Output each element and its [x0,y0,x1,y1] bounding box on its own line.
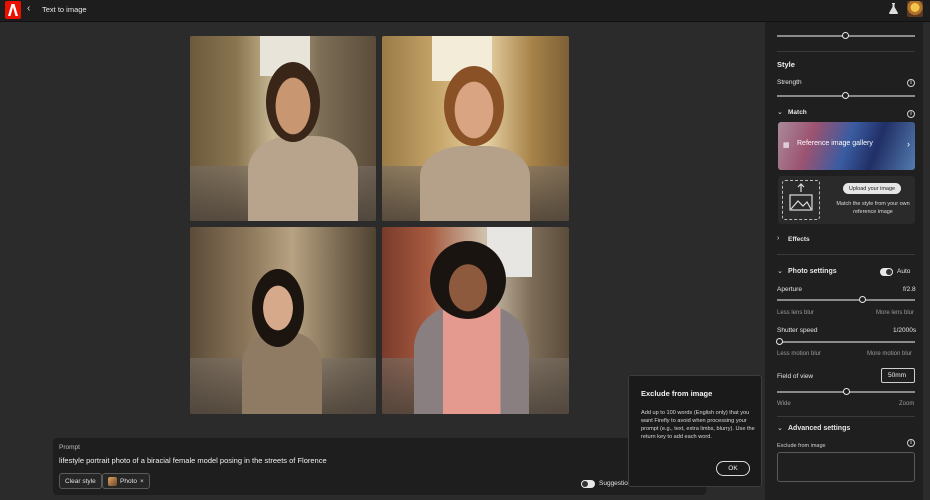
auto-toggle[interactable] [880,268,893,276]
shutter-label: Shutter speed [777,327,818,334]
reference-gallery-button[interactable]: ▦ Reference image gallery › [778,122,915,170]
upload-description: Match the style from your own reference … [836,201,910,215]
grid-icon: ▦ [783,142,790,149]
generated-image-3[interactable] [190,227,376,414]
shutter-min-label: Less motion blur [777,351,822,357]
flask-icon[interactable] [889,3,898,17]
gallery-label: Reference image gallery [797,140,873,147]
aperture-min-label: Less lens blur [777,310,815,316]
aperture-label: Aperture [777,286,802,293]
match-chevron-icon[interactable]: ⌄ [777,108,783,116]
photo-chip-label: Photo [120,477,137,485]
match-label[interactable]: Match [788,109,807,116]
match-info-icon[interactable]: i [907,110,915,118]
advanced-chevron-icon[interactable]: ⌄ [777,424,783,432]
panel-scrollbar[interactable] [923,22,930,500]
fov-slider-knob[interactable] [842,388,850,395]
suggestions-label: Suggestion [599,480,632,487]
upload-reference-card: Upload your image Match the style from y… [778,176,915,224]
prompt-label: Prompt [59,444,80,451]
photo-thumbnail-icon [108,476,117,486]
top-bar: ‹ Text to image [0,0,930,22]
fov-label: Field of view [777,373,814,380]
fov-min-label: Wide [777,401,791,407]
page-title: Text to image [42,5,87,14]
upload-image-button[interactable]: Upload your image [843,183,901,194]
aperture-slider-knob[interactable] [859,296,867,303]
advanced-settings-label[interactable]: Advanced settings [788,425,850,432]
avatar[interactable] [907,1,923,17]
generated-image-2[interactable] [382,36,569,221]
photo-settings-chevron-icon[interactable]: ⌄ [777,267,783,275]
generated-image-1[interactable] [190,36,376,221]
tooltip-ok-button[interactable]: OK [716,461,750,476]
effects-chevron-icon[interactable]: › [777,235,779,242]
strength-info-icon[interactable]: i [907,79,915,87]
tooltip-body: Add up to 100 words (English only) that … [641,410,755,440]
shutter-max-label: More motion blur [867,351,913,357]
style-heading: Style [777,60,795,69]
shutter-value: 1/2000s [893,327,917,334]
clear-style-button[interactable]: Clear style [59,473,102,489]
generated-image-4[interactable] [382,227,569,414]
aperture-value: f/2.8 [903,286,916,293]
top-slider-knob[interactable] [842,32,849,39]
chevron-right-icon: › [907,139,910,149]
prompt-input[interactable]: lifestyle portrait photo of a biracial f… [59,456,327,465]
fov-max-label: Zoom [899,401,915,407]
suggestions-toggle[interactable] [581,480,595,488]
aperture-slider-track[interactable] [777,299,915,301]
fov-input[interactable]: 50mm [881,368,915,383]
divider [777,51,915,52]
exclude-label: Exclude from image [777,443,826,449]
divider [777,254,915,255]
exclude-info-icon[interactable]: i [907,439,915,447]
auto-label: Auto [897,268,911,275]
shutter-slider-track[interactable] [777,341,915,343]
back-chevron-icon[interactable]: ‹ [27,3,30,14]
strength-label: Strength [777,79,802,86]
photo-style-chip[interactable]: Photo × [102,473,150,489]
exclude-input[interactable] [777,452,915,482]
adobe-logo-icon[interactable] [5,1,21,19]
remove-chip-icon[interactable]: × [140,478,144,485]
divider [777,416,915,417]
upload-image-icon[interactable] [782,180,820,220]
strength-slider-knob[interactable] [842,92,849,99]
tooltip-title: Exclude from image [641,389,713,398]
photo-settings-label[interactable]: Photo settings [788,268,837,275]
effects-label[interactable]: Effects [788,236,810,243]
aperture-max-label: More lens blur [876,310,915,316]
